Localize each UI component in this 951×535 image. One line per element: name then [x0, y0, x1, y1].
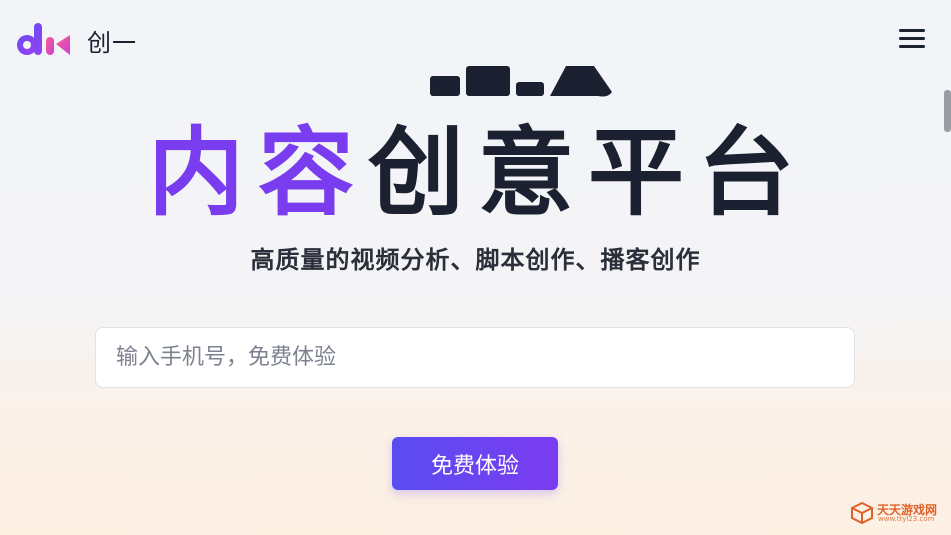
hero-title: 内容创意平台 — [148, 118, 828, 228]
menu-line — [899, 29, 925, 32]
site-watermark: 天天游戏网 www.ttyl23.com — [850, 500, 946, 528]
hero-subtitle: 高质量的视频分析、脚本创作、播客创作 — [250, 246, 701, 274]
hero-title-main: 创意平台 — [368, 117, 808, 229]
brand-name[interactable]: 创一 — [87, 23, 137, 58]
menu-line — [899, 45, 925, 48]
cutoff-heading-fragment — [430, 66, 612, 97]
watermark-cube-icon — [851, 502, 873, 524]
scrollbar-thumb[interactable] — [944, 90, 951, 132]
watermark-url: www.ttyl23.com — [878, 515, 935, 523]
free-trial-button[interactable]: 免费体验 — [392, 437, 558, 490]
phone-number-input[interactable] — [95, 327, 855, 388]
menu-line — [899, 37, 925, 40]
brand-logo-icon[interactable] — [16, 20, 72, 58]
hamburger-menu-icon[interactable] — [896, 24, 928, 54]
hero-title-accent: 内容 — [148, 117, 368, 229]
